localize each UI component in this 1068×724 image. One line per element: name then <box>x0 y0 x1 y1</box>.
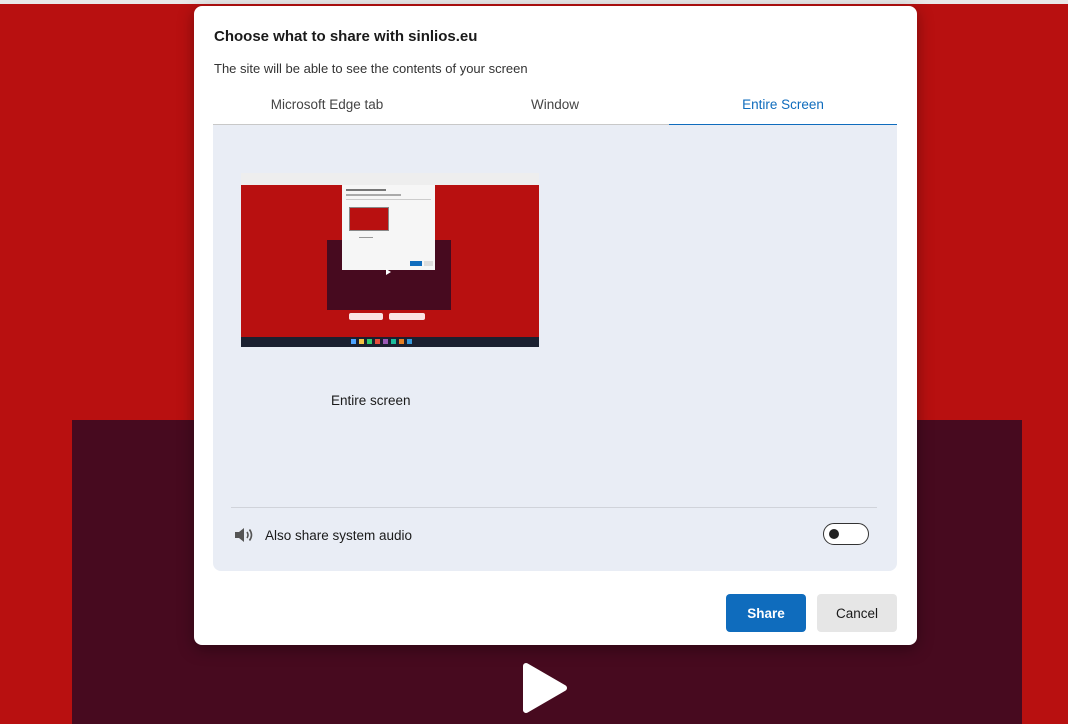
dialog-title: Choose what to share with sinlios.eu <box>214 28 478 45</box>
thumbnail-mini-screen <box>349 207 389 231</box>
thumbnail-play-icon <box>386 269 391 275</box>
share-audio-label: Also share system audio <box>265 528 413 543</box>
thumbnail-taskbar-icon <box>407 339 412 344</box>
thumbnail-pill-2 <box>389 313 425 320</box>
thumbnail-taskbar-icon <box>359 339 364 344</box>
thumbnail-taskbar-icon <box>399 339 404 344</box>
thumbnail-pill-1 <box>349 313 383 320</box>
source-tabs: Microsoft Edge tab Window Entire Screen <box>213 90 897 126</box>
source-panel: Entire screen Also share system audio <box>213 125 897 571</box>
entire-screen-thumbnail[interactable] <box>241 173 539 347</box>
thumbnail-dialog-tabs <box>346 199 431 200</box>
share-screen-dialog: Choose what to share with sinlios.eu The… <box>194 6 917 645</box>
thumbnail-share-button <box>410 261 422 266</box>
thumbnail-taskbar-icon <box>391 339 396 344</box>
share-button[interactable]: Share <box>726 594 806 632</box>
thumbnail-browser-bar <box>241 173 539 185</box>
thumbnail-taskbar-icon <box>375 339 380 344</box>
thumbnail-taskbar-icon <box>367 339 372 344</box>
thumbnail-cancel-button <box>424 261 433 266</box>
tab-microsoft-edge-tab[interactable]: Microsoft Edge tab <box>213 90 441 124</box>
thumbnail-mini-label <box>359 237 373 238</box>
thumbnail-taskbar-icon <box>351 339 356 344</box>
dialog-subtitle: The site will be able to see the content… <box>214 61 528 76</box>
speaker-icon <box>235 528 253 542</box>
thumbnail-taskbar <box>241 337 539 347</box>
entire-screen-label[interactable]: Entire screen <box>331 393 411 408</box>
browser-top-edge <box>0 0 1068 4</box>
divider <box>231 507 877 508</box>
play-icon[interactable] <box>522 662 568 714</box>
cancel-button[interactable]: Cancel <box>817 594 897 632</box>
toggle-knob <box>829 529 839 539</box>
tab-entire-screen[interactable]: Entire Screen <box>669 90 897 126</box>
thumbnail-dialog <box>342 185 435 270</box>
thumbnail-dialog-title <box>346 189 386 191</box>
thumbnail-dialog-subtitle <box>346 194 401 196</box>
thumbnail-taskbar-icon <box>383 339 388 344</box>
tab-window[interactable]: Window <box>441 90 669 124</box>
share-audio-toggle[interactable] <box>823 523 869 545</box>
